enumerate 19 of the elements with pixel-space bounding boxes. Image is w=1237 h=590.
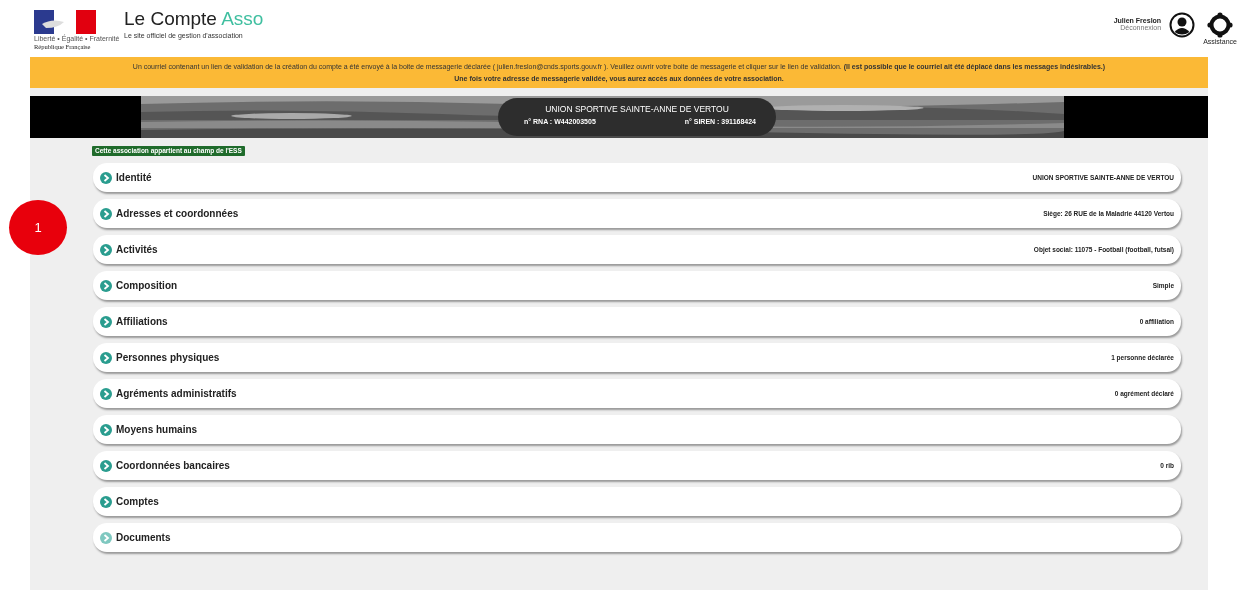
- section-row[interactable]: Comptes: [93, 487, 1181, 516]
- section-title: Documents: [116, 532, 171, 543]
- flag-logo-icon: [34, 10, 96, 34]
- lifebuoy-icon[interactable]: [1207, 12, 1234, 38]
- section-title: Agréments administratifs: [116, 388, 237, 399]
- section-title: Adresses et coordonnées: [116, 208, 239, 219]
- section-title: Affiliations: [116, 316, 168, 327]
- association-name: UNION SPORTIVE SAINTE-ANNE DE VERTOU: [545, 104, 729, 114]
- section-title: Moyens humains: [116, 424, 198, 435]
- section-title: Comptes: [116, 496, 159, 507]
- site-title[interactable]: Le Compte Asso: [124, 9, 264, 29]
- section-title: Personnes physiques: [116, 352, 220, 363]
- section-title: Activités: [116, 244, 158, 255]
- section-title: Coordonnées bancaires: [116, 460, 230, 471]
- section-title: Composition: [116, 280, 178, 291]
- annotation-marker: 1: [9, 200, 67, 255]
- user-avatar-icon[interactable]: [1169, 12, 1196, 38]
- section-title: Identité: [116, 172, 152, 183]
- section-row[interactable]: Moyens humains: [93, 415, 1181, 444]
